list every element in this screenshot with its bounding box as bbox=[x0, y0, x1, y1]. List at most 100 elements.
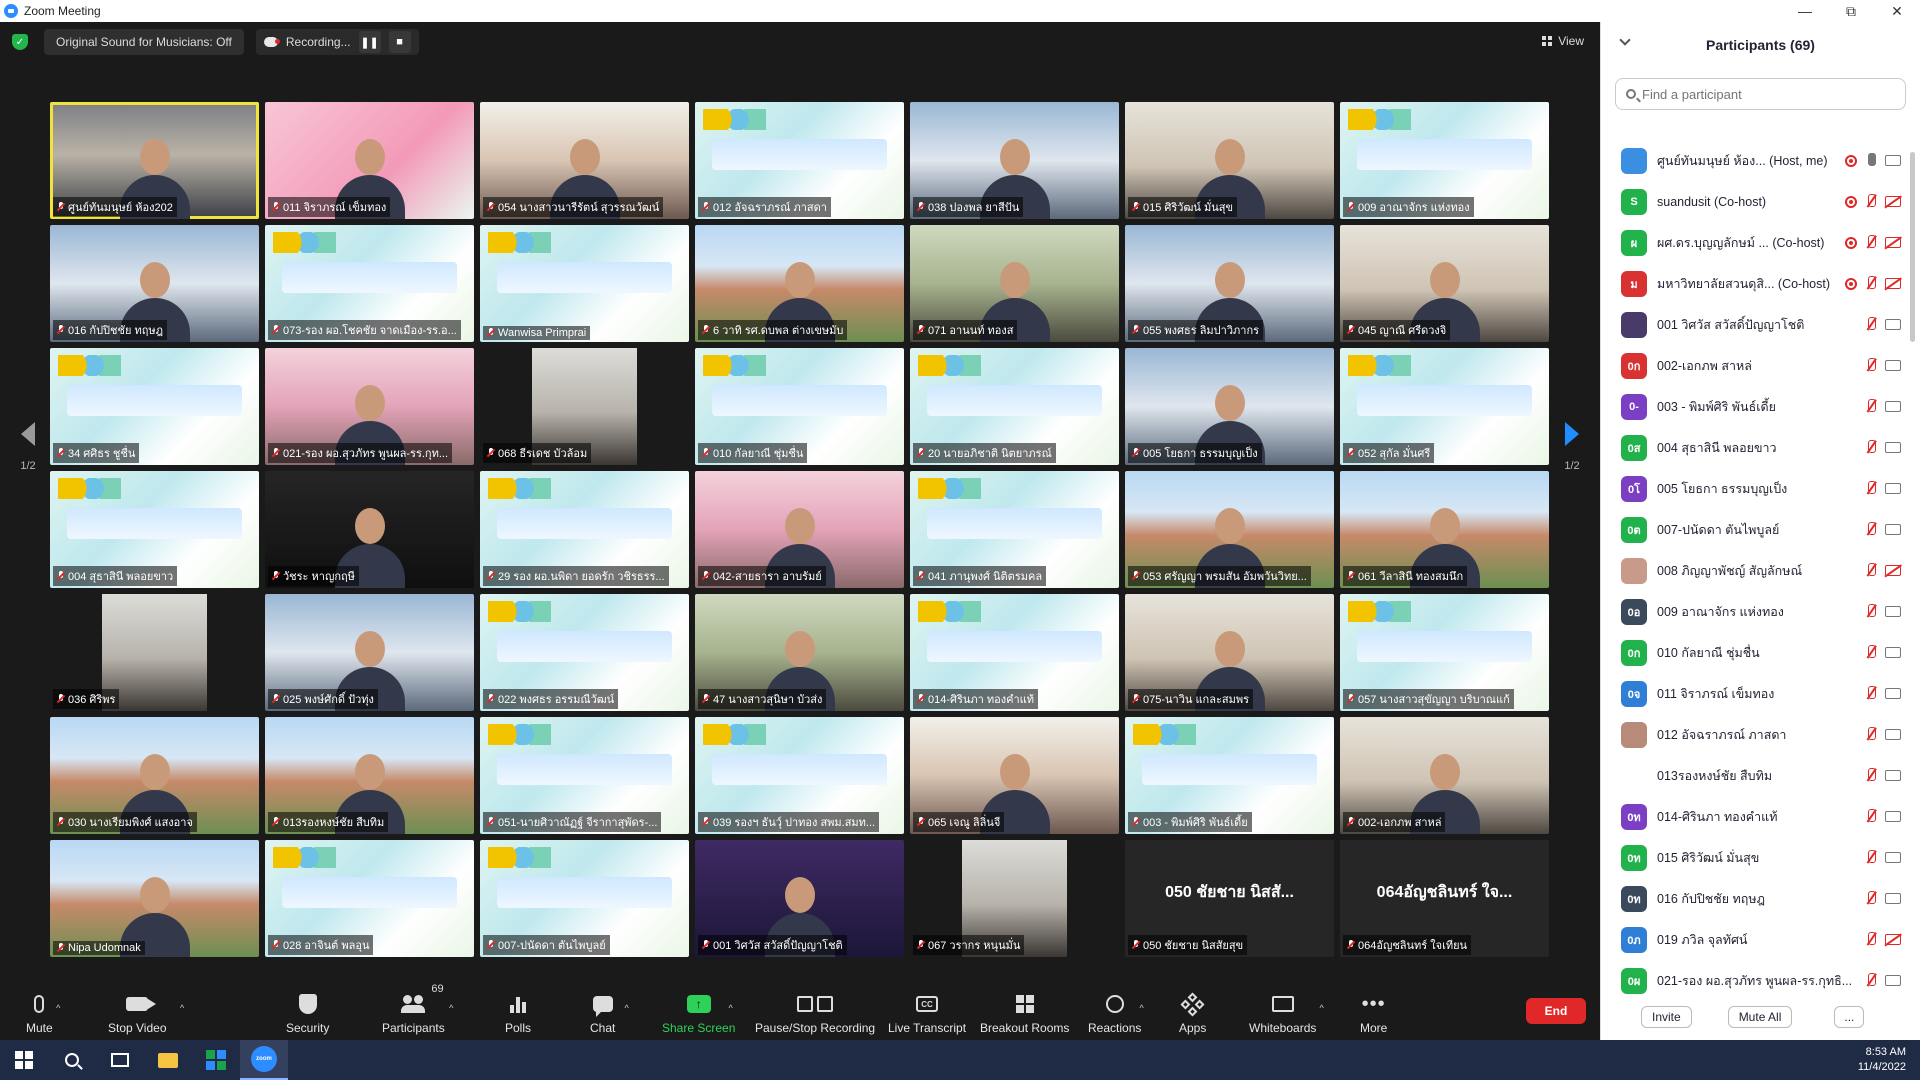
muted-mic-icon[interactable] bbox=[1865, 234, 1877, 251]
video-camera-icon[interactable] bbox=[1885, 770, 1901, 781]
video-tile[interactable]: 005 โยธกา ธรรมบุญเป็ง bbox=[1125, 348, 1334, 465]
video-tile[interactable]: 030 นางเรียมพิงศ์ แสงอาจ bbox=[50, 717, 259, 834]
video-tile[interactable]: 29 รอง ผอ.นพิดา ยอดรัก วชิรธรร... bbox=[480, 471, 689, 588]
video-camera-icon[interactable] bbox=[1885, 729, 1901, 740]
chevron-up-icon[interactable]: ^ bbox=[449, 1003, 453, 1013]
video-tile[interactable]: Nipa Udomnak bbox=[50, 840, 259, 957]
next-page-button[interactable]: 1/2 bbox=[1554, 422, 1590, 472]
video-tile[interactable]: 003 - พิมพ์ศิริ พันธ์เดี้ย bbox=[1125, 717, 1334, 834]
view-button[interactable]: View bbox=[1542, 34, 1584, 48]
muted-mic-icon[interactable] bbox=[1865, 726, 1877, 743]
participant-row[interactable]: 008 ภิญญาพัชญ์ สัญลักษณ์ bbox=[1601, 550, 1907, 591]
start-button[interactable] bbox=[0, 1040, 48, 1080]
video-tile[interactable]: 013รองหงษ์ชัย สืบทิม bbox=[265, 717, 474, 834]
muted-mic-icon[interactable] bbox=[1865, 644, 1877, 661]
zoom-taskbar-button[interactable]: zoom bbox=[240, 1040, 288, 1080]
video-camera-icon[interactable] bbox=[1885, 401, 1901, 412]
muted-mic-icon[interactable] bbox=[1865, 398, 1877, 415]
video-off-icon[interactable] bbox=[1885, 237, 1901, 248]
video-tile[interactable]: 067 วรากร หนุนมั่น bbox=[910, 840, 1119, 957]
participant-row[interactable]: 012 อัจฉราภรณ์ ภาสดา bbox=[1601, 714, 1907, 755]
participant-row[interactable]: 0ท 016 กัปปิชชัย ทฤษฎ bbox=[1601, 878, 1907, 919]
chevron-up-icon[interactable]: ^ bbox=[56, 1003, 60, 1013]
video-tile[interactable]: 47 นางสาวสุนิษา บัวส่ง bbox=[695, 594, 904, 711]
muted-mic-icon[interactable] bbox=[1865, 275, 1877, 292]
video-tile[interactable]: 001 วิศวัส สวัสดิ์ปัญญาโชติ bbox=[695, 840, 904, 957]
muted-mic-icon[interactable] bbox=[1865, 439, 1877, 456]
video-camera-icon[interactable] bbox=[1885, 483, 1901, 494]
chevron-down-icon[interactable] bbox=[1619, 34, 1631, 46]
participant-row[interactable]: 0- 003 - พิมพ์ศิริ พันธ์เดี้ย bbox=[1601, 386, 1907, 427]
video-tile[interactable]: 007-ปนัดดา ตันไพบูลย์ bbox=[480, 840, 689, 957]
video-tile[interactable]: 009 อาณาจักร แห่งทอง bbox=[1340, 102, 1549, 219]
video-camera-icon[interactable] bbox=[1885, 688, 1901, 699]
muted-mic-icon[interactable] bbox=[1865, 480, 1877, 497]
video-off-icon[interactable] bbox=[1885, 196, 1901, 207]
video-tile[interactable]: 052 สุกัล มั่นศรี bbox=[1340, 348, 1549, 465]
panel-more-button[interactable]: ... bbox=[1834, 1006, 1865, 1028]
muted-mic-icon[interactable] bbox=[1865, 521, 1877, 538]
restore-button[interactable]: ⧉ bbox=[1828, 0, 1874, 22]
whiteboards-button[interactable]: ^ Whiteboards bbox=[1249, 985, 1324, 1035]
video-camera-icon[interactable] bbox=[1885, 811, 1901, 822]
video-tile[interactable]: 042-สายธารา อาบรัมย์ bbox=[695, 471, 904, 588]
muted-mic-icon[interactable] bbox=[1865, 316, 1877, 333]
video-tile[interactable]: 20 นายอภิชาติ นิตยาภรณ์ bbox=[910, 348, 1119, 465]
participant-row[interactable]: 0โ 005 โยธกา ธรรมบุญเป็ง bbox=[1601, 468, 1907, 509]
participant-row[interactable]: 0ผ 021-รอง ผอ.สุวภัทร พูนผล-รร.กุทธิ... bbox=[1601, 960, 1907, 998]
stop-video-button[interactable]: ^ Stop Video bbox=[108, 985, 184, 1035]
video-tile[interactable]: 050 ชัยชาย นิสสั... 050 ชัยชาย นิสสัยสุข bbox=[1125, 840, 1334, 957]
mute-all-button[interactable]: Mute All bbox=[1727, 1006, 1793, 1028]
video-tile[interactable]: 036 ศิริพร bbox=[50, 594, 259, 711]
invite-button[interactable]: Invite bbox=[1641, 1006, 1692, 1028]
muted-mic-icon[interactable] bbox=[1865, 685, 1877, 702]
video-tile[interactable]: 068 ธีรเดช บัวล้อม bbox=[480, 348, 689, 465]
video-tile[interactable]: 053 ศรัญญา พรมสัน อัมพวันวิทย... bbox=[1125, 471, 1334, 588]
video-tile[interactable]: 028 อาจินต์ พลอุน bbox=[265, 840, 474, 957]
video-tile[interactable]: 34 ศศิธร ชูชื่น bbox=[50, 348, 259, 465]
chat-button[interactable]: ^ Chat bbox=[590, 985, 629, 1035]
video-tile[interactable]: 012 อัจฉราภรณ์ ภาสดา bbox=[695, 102, 904, 219]
participant-row[interactable]: ผ ผศ.ดร.บุญญลักษม์ ... (Co-host) bbox=[1601, 222, 1907, 263]
video-tile[interactable]: ศูนย์ทันมนุษย์ ห้อง202 bbox=[50, 102, 259, 219]
video-tile[interactable]: 057 นางสาวสุขัญญา บริบาณแก้ bbox=[1340, 594, 1549, 711]
muted-mic-icon[interactable] bbox=[1865, 562, 1877, 579]
video-tile[interactable]: 075-นาวิน แกละสมพร bbox=[1125, 594, 1334, 711]
video-camera-icon[interactable] bbox=[1885, 975, 1901, 986]
video-camera-icon[interactable] bbox=[1885, 360, 1901, 371]
participant-search-input[interactable] bbox=[1642, 86, 1882, 102]
video-tile[interactable]: 015 ศิริวัฒน์ มั่นสุข bbox=[1125, 102, 1334, 219]
video-tile[interactable]: 039 รองฯ ธันวุ์ ปาทอง สพม.สมท... bbox=[695, 717, 904, 834]
participant-row[interactable]: 0ส 004 สุธาสินี พลอยขาว bbox=[1601, 427, 1907, 468]
video-camera-icon[interactable] bbox=[1885, 852, 1901, 863]
video-tile[interactable]: 002-เอกภพ สาหล่ bbox=[1340, 717, 1549, 834]
share-screen-button[interactable]: ↑ ^ Share Screen bbox=[662, 985, 735, 1035]
video-tile[interactable]: 055 พงศธร ลิมปาวิภากร bbox=[1125, 225, 1334, 342]
video-tile[interactable]: 010 กัลยาณี ชุ่มชื่น bbox=[695, 348, 904, 465]
video-tile[interactable]: 073-รอง ผอ.โชคชัย จาดเมือง-รร.อ... bbox=[265, 225, 474, 342]
muted-mic-icon[interactable] bbox=[1865, 890, 1877, 907]
muted-mic-icon[interactable] bbox=[1865, 767, 1877, 784]
participant-row[interactable]: ม มหาวิทยาลัยสวนดุสิ... (Co-host) bbox=[1601, 263, 1907, 304]
original-sound-toggle[interactable]: Original Sound for Musicians: Off bbox=[44, 29, 244, 55]
video-tile[interactable]: 6 วาทิ รศ.ดบพล ต่างเขษมับ bbox=[695, 225, 904, 342]
muted-mic-icon[interactable] bbox=[1865, 357, 1877, 374]
chevron-up-icon[interactable]: ^ bbox=[728, 1003, 732, 1013]
video-tile[interactable]: Wanwisa Primprai bbox=[480, 225, 689, 342]
muted-mic-icon[interactable] bbox=[1865, 972, 1877, 989]
security-button[interactable]: Security bbox=[286, 985, 329, 1035]
breakout-rooms-button[interactable]: Breakout Rooms bbox=[980, 985, 1069, 1035]
chevron-up-icon[interactable]: ^ bbox=[624, 1003, 628, 1013]
video-tile[interactable]: 021-รอง ผอ.สุวภัทร พูนผล-รร.กุท... bbox=[265, 348, 474, 465]
video-tile[interactable]: 022 พงศธร อรรมณีวัฒน์ bbox=[480, 594, 689, 711]
video-tile[interactable]: 061 วีลาสินี ทองสมนึก bbox=[1340, 471, 1549, 588]
live-transcript-button[interactable]: CC Live Transcript bbox=[888, 985, 966, 1035]
muted-mic-icon[interactable] bbox=[1865, 849, 1877, 866]
participant-row[interactable]: 013รองหงษ์ชัย สืบทิม bbox=[1601, 755, 1907, 796]
muted-mic-icon[interactable] bbox=[1865, 931, 1877, 948]
participant-row[interactable]: 0ก 010 กัลยาณี ชุ่มชื่น bbox=[1601, 632, 1907, 673]
system-clock[interactable]: 8:53 AM 11/4/2022 bbox=[1858, 1045, 1906, 1075]
taskbar-app-button[interactable] bbox=[192, 1040, 240, 1080]
end-meeting-button[interactable]: End bbox=[1526, 998, 1586, 1024]
muted-mic-icon[interactable] bbox=[1865, 808, 1877, 825]
